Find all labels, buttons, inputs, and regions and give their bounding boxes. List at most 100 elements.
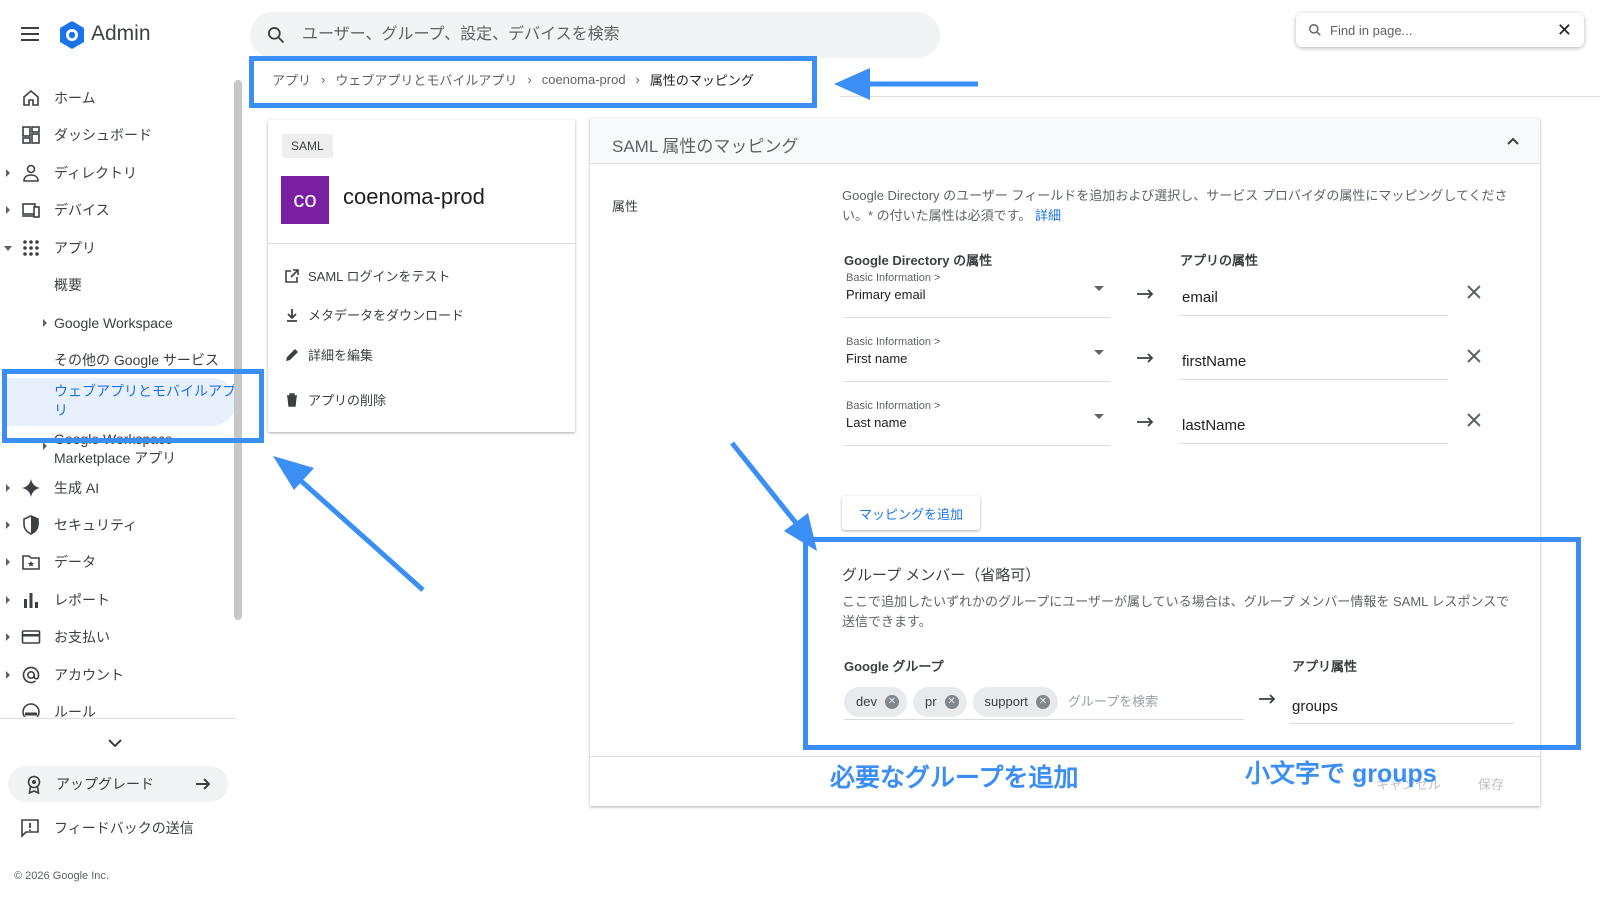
- sidebar-item-marketplace-apps[interactable]: Google Workspace Marketplace アプリ: [54, 430, 194, 468]
- app-avatar: co: [281, 176, 329, 224]
- award-icon: [27, 775, 41, 794]
- saml-tag: SAML: [282, 134, 333, 158]
- app-attr-input[interactable]: [1180, 280, 1448, 316]
- pencil-icon: [286, 348, 298, 361]
- group-app-attr-input[interactable]: [1290, 690, 1514, 724]
- directory-attr-select[interactable]: Basic Information > First name: [844, 334, 1110, 382]
- group-search-input[interactable]: [1065, 693, 1216, 710]
- feedback-icon: [21, 819, 39, 838]
- sidebar-item-rules[interactable]: ルール: [0, 693, 236, 717]
- bar-chart-icon: [24, 593, 38, 608]
- trash-icon: [287, 392, 297, 407]
- breadcrumb-current: 属性のマッピング: [649, 73, 754, 88]
- credit-card-icon: [21, 630, 41, 644]
- sidebar-item-dashboard[interactable]: ダッシュボード: [0, 116, 236, 154]
- delete-app-button[interactable]: アプリの削除: [284, 390, 386, 409]
- apps-grid-icon: [23, 240, 39, 256]
- breadcrumb-separator-icon: ›: [635, 72, 640, 87]
- dashboard-icon: [22, 126, 40, 144]
- sidebar-item-billing[interactable]: お支払い: [0, 618, 236, 656]
- sidebar-item-overview[interactable]: 概要: [0, 266, 236, 304]
- directory-attr-select[interactable]: Basic Information > Primary email: [844, 270, 1110, 318]
- sidebar-item-apps[interactable]: アプリ: [0, 229, 236, 267]
- chip-remove-icon[interactable]: ✕: [1035, 694, 1050, 709]
- expand-caret-icon: [43, 319, 47, 327]
- group-chip: pr ✕: [912, 686, 967, 717]
- rules-icon: [22, 703, 40, 717]
- directory-attr-header: Google Directory の属性: [844, 253, 993, 268]
- sidebar-item-gen-ai[interactable]: 生成 AI: [0, 469, 236, 507]
- search-input[interactable]: [300, 25, 900, 45]
- download-icon: [287, 308, 297, 322]
- expand-caret-icon: [6, 671, 10, 679]
- sidebar-item-security[interactable]: セキュリティ: [0, 506, 236, 544]
- copyright: © 2026 Google Inc.: [14, 870, 109, 882]
- attributes-label: 属性: [612, 199, 639, 214]
- feedback-button[interactable]: フィードバックの送信: [20, 818, 194, 838]
- main-menu-button[interactable]: [18, 22, 42, 46]
- sidebar-item-reports[interactable]: レポート: [0, 581, 236, 619]
- sidebar-item-web-mobile-apps[interactable]: ウェブアプリとモバイルアプリ: [6, 378, 236, 426]
- sidebar-item-devices[interactable]: デバイス: [0, 191, 236, 229]
- breadcrumb: アプリ › ウェブアプリとモバイルアプリ › coenoma-prod › 属性…: [272, 70, 754, 89]
- find-close-button[interactable]: ✕: [1557, 21, 1572, 39]
- arrow-right-icon: [196, 778, 211, 790]
- show-more-button[interactable]: [105, 733, 125, 753]
- expand-caret-icon: [6, 521, 10, 529]
- chevron-up-icon[interactable]: [1504, 132, 1522, 150]
- group-app-attr-header: アプリ属性: [1292, 659, 1358, 674]
- dropdown-arrow-icon: [1094, 414, 1104, 419]
- remove-mapping-icon[interactable]: [1466, 412, 1482, 428]
- app-title: coenoma-prod: [343, 184, 485, 209]
- sidebar-item-other-google-services[interactable]: その他の Google サービス: [0, 341, 236, 379]
- folder-icon: [22, 555, 40, 570]
- group-chip-input[interactable]: dev ✕ pr ✕ support ✕: [844, 684, 1244, 720]
- expand-caret-icon: [6, 633, 10, 641]
- admin-logo-icon: [57, 20, 87, 50]
- header-divider: [840, 96, 1600, 97]
- chevron-down-icon: [108, 739, 122, 748]
- find-input[interactable]: [1328, 21, 1548, 39]
- directory-attr-select[interactable]: Basic Information > Last name: [844, 398, 1110, 446]
- group-chip: support ✕: [972, 686, 1058, 717]
- app-summary-card: SAML co coenoma-prod SAML ログインをテスト メタデータ…: [268, 120, 575, 432]
- sidebar-item-data[interactable]: データ: [0, 543, 236, 581]
- annotation-add-groups: 必要なグループを追加: [830, 764, 1079, 792]
- sidebar-scrollbar[interactable]: [234, 80, 242, 620]
- sidebar-item-google-workspace[interactable]: Google Workspace: [0, 304, 236, 342]
- chip-remove-icon[interactable]: ✕: [884, 694, 899, 709]
- breadcrumb-apps[interactable]: アプリ: [272, 70, 311, 89]
- find-in-page-bar[interactable]: ✕: [1296, 13, 1584, 47]
- dropdown-arrow-icon: [1094, 350, 1104, 355]
- sidebar-divider: [0, 718, 236, 719]
- app-attr-input[interactable]: [1180, 408, 1448, 444]
- details-link[interactable]: 詳細: [1035, 208, 1061, 223]
- expand-caret-icon: [6, 558, 10, 566]
- google-groups-header: Google グループ: [844, 659, 944, 674]
- expand-caret-icon: [6, 169, 10, 177]
- add-mapping-button[interactable]: マッピングを追加: [842, 496, 980, 530]
- remove-mapping-icon[interactable]: [1466, 348, 1482, 364]
- test-saml-login-button[interactable]: SAML ログインをテスト: [284, 266, 451, 285]
- find-search-icon: [1309, 24, 1321, 36]
- saml-attribute-mapping-panel: SAML 属性のマッピング 属性 Google Directory のユーザー …: [590, 118, 1540, 806]
- sidebar-item-directory[interactable]: ディレクトリ: [0, 154, 236, 192]
- group-members-title: グループ メンバー（省略可）: [842, 567, 1041, 584]
- sidebar-item-label: Google Workspace Marketplace アプリ: [54, 431, 177, 466]
- app-attr-input[interactable]: [1180, 344, 1448, 380]
- remove-mapping-icon[interactable]: [1466, 284, 1482, 300]
- edit-details-button[interactable]: 詳細を編集: [284, 345, 373, 364]
- download-metadata-button[interactable]: メタデータをダウンロード: [284, 305, 464, 324]
- upgrade-button[interactable]: アップグレード: [8, 766, 228, 802]
- expand-caret-icon: [6, 206, 10, 214]
- breadcrumb-app[interactable]: coenoma-prod: [542, 72, 626, 87]
- chip-remove-icon[interactable]: ✕: [944, 694, 959, 709]
- breadcrumb-separator-icon: ›: [321, 72, 326, 87]
- breadcrumb-web-mobile-apps[interactable]: ウェブアプリとモバイルアプリ: [335, 70, 517, 89]
- save-button[interactable]: 保存: [1478, 774, 1504, 793]
- panel-header: SAML 属性のマッピング: [590, 118, 1540, 164]
- expand-caret-icon: [6, 596, 10, 604]
- global-search[interactable]: [250, 12, 940, 58]
- sidebar-item-account[interactable]: アカウント: [0, 656, 236, 694]
- sidebar-item-home[interactable]: ホーム: [0, 79, 236, 117]
